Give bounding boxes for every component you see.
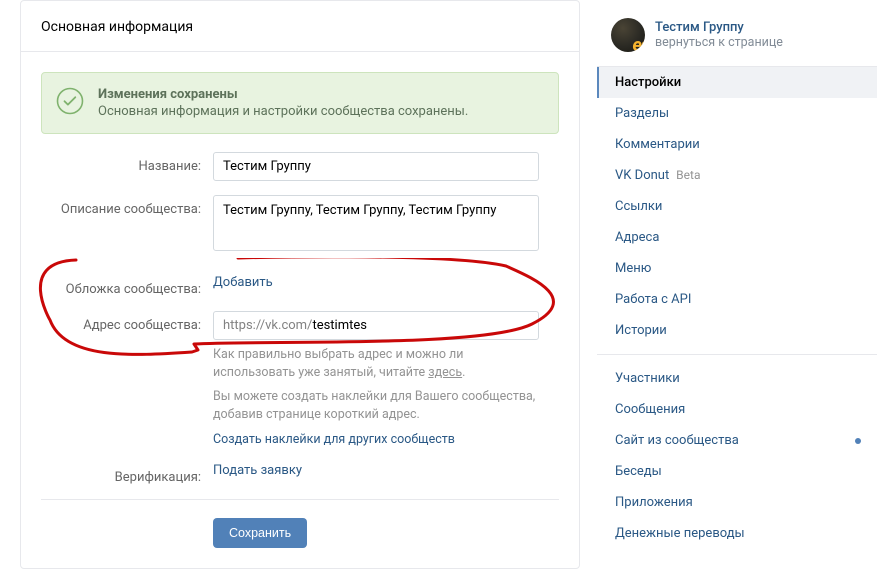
- divider: [41, 499, 559, 500]
- cover-label: Обложка сообщества:: [41, 275, 213, 297]
- addr-field[interactable]: https://vk.com/: [213, 311, 539, 340]
- addr-hint2: Вы можете создать наклейки для Вашего со…: [213, 388, 539, 424]
- page-title: Основная информация: [21, 1, 579, 52]
- nav-item[interactable]: Адреса: [597, 222, 877, 253]
- addr-hint-link[interactable]: здесь: [428, 365, 462, 380]
- nav-item[interactable]: Настройки: [597, 67, 877, 98]
- nav-item[interactable]: Истории: [597, 315, 877, 346]
- desc-textarea[interactable]: Тестим Группу, Тестим Группу, Тестим Гру…: [213, 195, 539, 251]
- nav-item[interactable]: VK Donut Beta: [597, 160, 877, 191]
- save-button[interactable]: Сохранить: [213, 518, 307, 548]
- main-panel: Основная информация Изменения сохранены …: [20, 0, 580, 569]
- success-notice: Изменения сохранены Основная информация …: [41, 72, 559, 134]
- sidebar: es Тестим Группу вернуться к странице На…: [597, 0, 877, 549]
- back-link[interactable]: вернуться к странице: [655, 35, 783, 50]
- nav-item[interactable]: Участники: [597, 363, 877, 394]
- nav-item[interactable]: Работа с API: [597, 284, 877, 315]
- check-circle-icon: [56, 87, 84, 115]
- nav-item[interactable]: Сайт из сообщества: [597, 425, 877, 456]
- group-title-link[interactable]: Тестим Группу: [655, 20, 783, 35]
- addr-label: Адрес сообщества:: [41, 311, 213, 333]
- name-input[interactable]: [213, 152, 539, 181]
- name-label: Название:: [41, 152, 213, 174]
- avatar[interactable]: es: [611, 18, 645, 52]
- verify-link[interactable]: Подать заявку: [213, 463, 302, 478]
- nav-item[interactable]: Меню: [597, 253, 877, 284]
- nav-item[interactable]: Денежные переводы: [597, 518, 877, 549]
- nav-item[interactable]: Сообщения: [597, 394, 877, 425]
- verify-label: Верификация:: [41, 463, 213, 485]
- nav-divider: [597, 354, 877, 355]
- nav-item[interactable]: Ссылки: [597, 191, 877, 222]
- nav-item[interactable]: Разделы: [597, 98, 877, 129]
- desc-label: Описание сообщества:: [41, 195, 213, 217]
- nav-section-1: НастройкиРазделыКомментарииVK Donut Beta…: [597, 66, 877, 346]
- nav-section-2: УчастникиСообщенияСайт из сообществаБесе…: [597, 363, 877, 549]
- notice-text: Основная информация и настройки сообщест…: [98, 104, 468, 119]
- notification-dot-icon: [855, 438, 861, 444]
- addr-input[interactable]: [312, 318, 529, 333]
- notice-title: Изменения сохранены: [98, 87, 468, 102]
- group-header: es Тестим Группу вернуться к странице: [597, 0, 877, 66]
- nav-item[interactable]: Комментарии: [597, 129, 877, 160]
- add-cover-link[interactable]: Добавить: [213, 275, 273, 290]
- addr-prefix: https://vk.com/: [223, 318, 312, 333]
- nav-item[interactable]: Приложения: [597, 487, 877, 518]
- addr-hint1: Как правильно выбрать адрес и можно ли и…: [213, 346, 539, 382]
- nav-item[interactable]: Беседы: [597, 456, 877, 487]
- create-stickers-link[interactable]: Создать наклейки для других сообществ: [213, 432, 455, 447]
